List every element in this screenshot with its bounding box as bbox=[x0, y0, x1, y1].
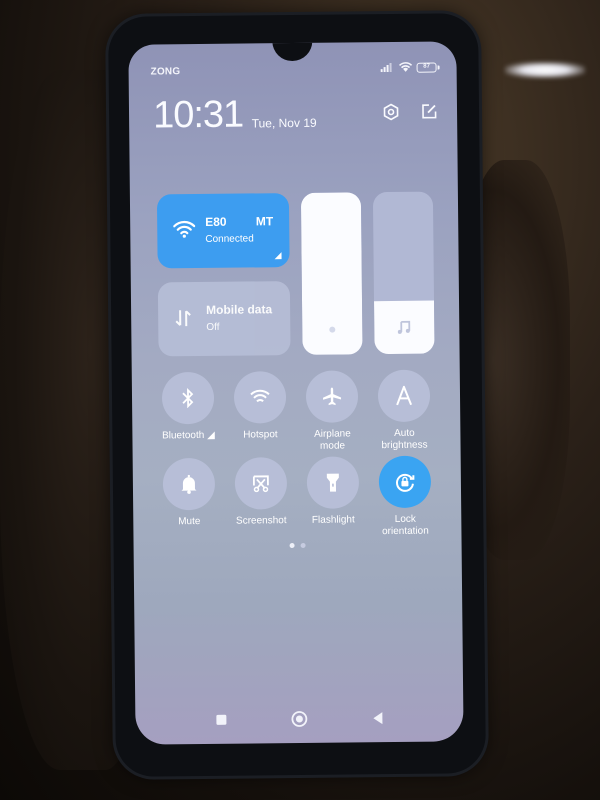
flashlight-icon[interactable] bbox=[306, 456, 360, 509]
background-light bbox=[505, 62, 585, 78]
back-button[interactable] bbox=[367, 708, 387, 728]
wifi-network-name-suffix: MT bbox=[255, 214, 274, 229]
toggle-label: Auto brightness bbox=[381, 427, 428, 452]
navigation-bar bbox=[135, 707, 463, 730]
toggle-label: Airplane mode bbox=[313, 428, 351, 452]
toggle-airplane[interactable]: Airplane mode bbox=[296, 370, 369, 453]
edit-icon[interactable] bbox=[419, 101, 439, 121]
toggle-auto-brightness[interactable]: Auto brightness bbox=[368, 369, 441, 453]
carrier-name: ZONG bbox=[150, 66, 181, 78]
auto-brightness-icon[interactable] bbox=[377, 369, 431, 423]
toggle-label: Hotspot bbox=[243, 429, 278, 441]
bluetooth-icon[interactable] bbox=[161, 371, 215, 425]
toggle-flashlight[interactable]: Flashlight bbox=[297, 456, 370, 527]
music-note-icon bbox=[396, 319, 412, 340]
recents-button[interactable] bbox=[211, 710, 231, 730]
bell-icon[interactable] bbox=[162, 457, 216, 511]
brightness-icon bbox=[326, 323, 338, 341]
mobile-data-tile[interactable]: Mobile data Off bbox=[157, 281, 291, 357]
toggle-bell[interactable]: Mute bbox=[153, 457, 226, 529]
pagination-dots bbox=[134, 541, 462, 549]
volume-slider[interactable] bbox=[372, 191, 435, 355]
status-icons: 87 bbox=[380, 59, 437, 78]
clock-row: 10:31 Tue, Nov 19 bbox=[153, 91, 439, 136]
wifi-icon bbox=[173, 220, 196, 243]
toggle-label: Bluetooth ◢ bbox=[161, 429, 215, 442]
battery-icon: 87 bbox=[416, 62, 437, 73]
toggle-lock-rotation[interactable]: Lock orientation bbox=[369, 455, 442, 538]
toggle-label: Flashlight bbox=[311, 514, 355, 526]
page-dot[interactable] bbox=[300, 542, 306, 548]
wifi-status: Connected bbox=[205, 233, 254, 245]
toggle-bluetooth[interactable]: Bluetooth ◢ bbox=[152, 371, 225, 443]
expand-corner-icon bbox=[274, 252, 282, 260]
mobile-data-status: Off bbox=[206, 321, 220, 333]
page-dot-active[interactable] bbox=[289, 543, 295, 549]
toggle-label: Screenshot bbox=[235, 515, 287, 527]
clock-time: 10:31 bbox=[152, 93, 244, 137]
home-button[interactable] bbox=[289, 709, 309, 729]
hotspot-icon[interactable] bbox=[233, 371, 287, 424]
status-bar: ZONG 87 bbox=[150, 59, 437, 78]
lock-rotation-icon[interactable] bbox=[378, 455, 432, 509]
mobile-data-label: Mobile data bbox=[206, 302, 273, 317]
toggle-screenshot[interactable]: Screenshot bbox=[225, 457, 298, 528]
signal-icon bbox=[380, 59, 394, 77]
toggle-label: Mute bbox=[178, 516, 201, 528]
control-center-screen: ZONG 87 10:31 Tue, Nov 19 E80 MT Connect… bbox=[128, 41, 464, 745]
settings-icon[interactable] bbox=[381, 102, 401, 122]
toggle-hotspot[interactable]: Hotspot bbox=[224, 371, 297, 442]
toggle-label: Lock orientation bbox=[382, 513, 429, 538]
clock-date: Tue, Nov 19 bbox=[251, 115, 317, 131]
brightness-slider[interactable] bbox=[300, 192, 363, 355]
phone-frame: ZONG 87 10:31 Tue, Nov 19 E80 MT Connect… bbox=[108, 13, 486, 777]
mobile-data-icon bbox=[174, 308, 192, 333]
wifi-icon bbox=[398, 59, 413, 77]
wifi-tile[interactable]: E80 MT Connected bbox=[156, 193, 290, 269]
camera-notch bbox=[272, 41, 313, 62]
airplane-icon[interactable] bbox=[305, 370, 359, 423]
screenshot-icon[interactable] bbox=[234, 457, 288, 510]
wifi-network-name: E80 bbox=[205, 214, 227, 229]
